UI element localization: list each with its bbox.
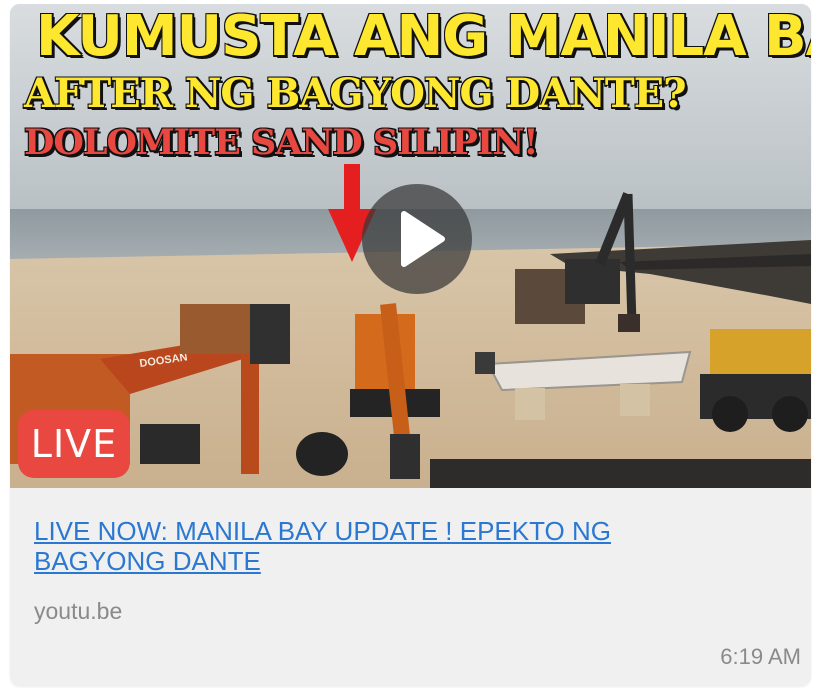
- live-badge: LIVE: [18, 410, 130, 478]
- message-timestamp: 6:19 AM: [720, 644, 801, 669]
- thumbnail-headline-line1: KUMUSTA ANG MANILA BAY: [35, 4, 811, 70]
- thumbnail-headline-line2: AFTER NG BAGYONG DANTE?: [23, 69, 688, 118]
- link-domain: youtu.be: [34, 598, 123, 624]
- link-preview-card: DOOSAN KUMUSTA ANG MANILA BAY AFTER NG B…: [10, 4, 811, 686]
- play-icon: [401, 211, 445, 267]
- video-thumbnail[interactable]: DOOSAN KUMUSTA ANG MANILA BAY AFTER NG B…: [10, 4, 811, 488]
- thumbnail-headline-line3: DOLOMITE SAND SILIPIN!: [23, 121, 540, 164]
- play-button[interactable]: [362, 184, 472, 294]
- video-title-link[interactable]: LIVE NOW: MANILA BAY UPDATE ! EPEKTO NG …: [34, 516, 714, 576]
